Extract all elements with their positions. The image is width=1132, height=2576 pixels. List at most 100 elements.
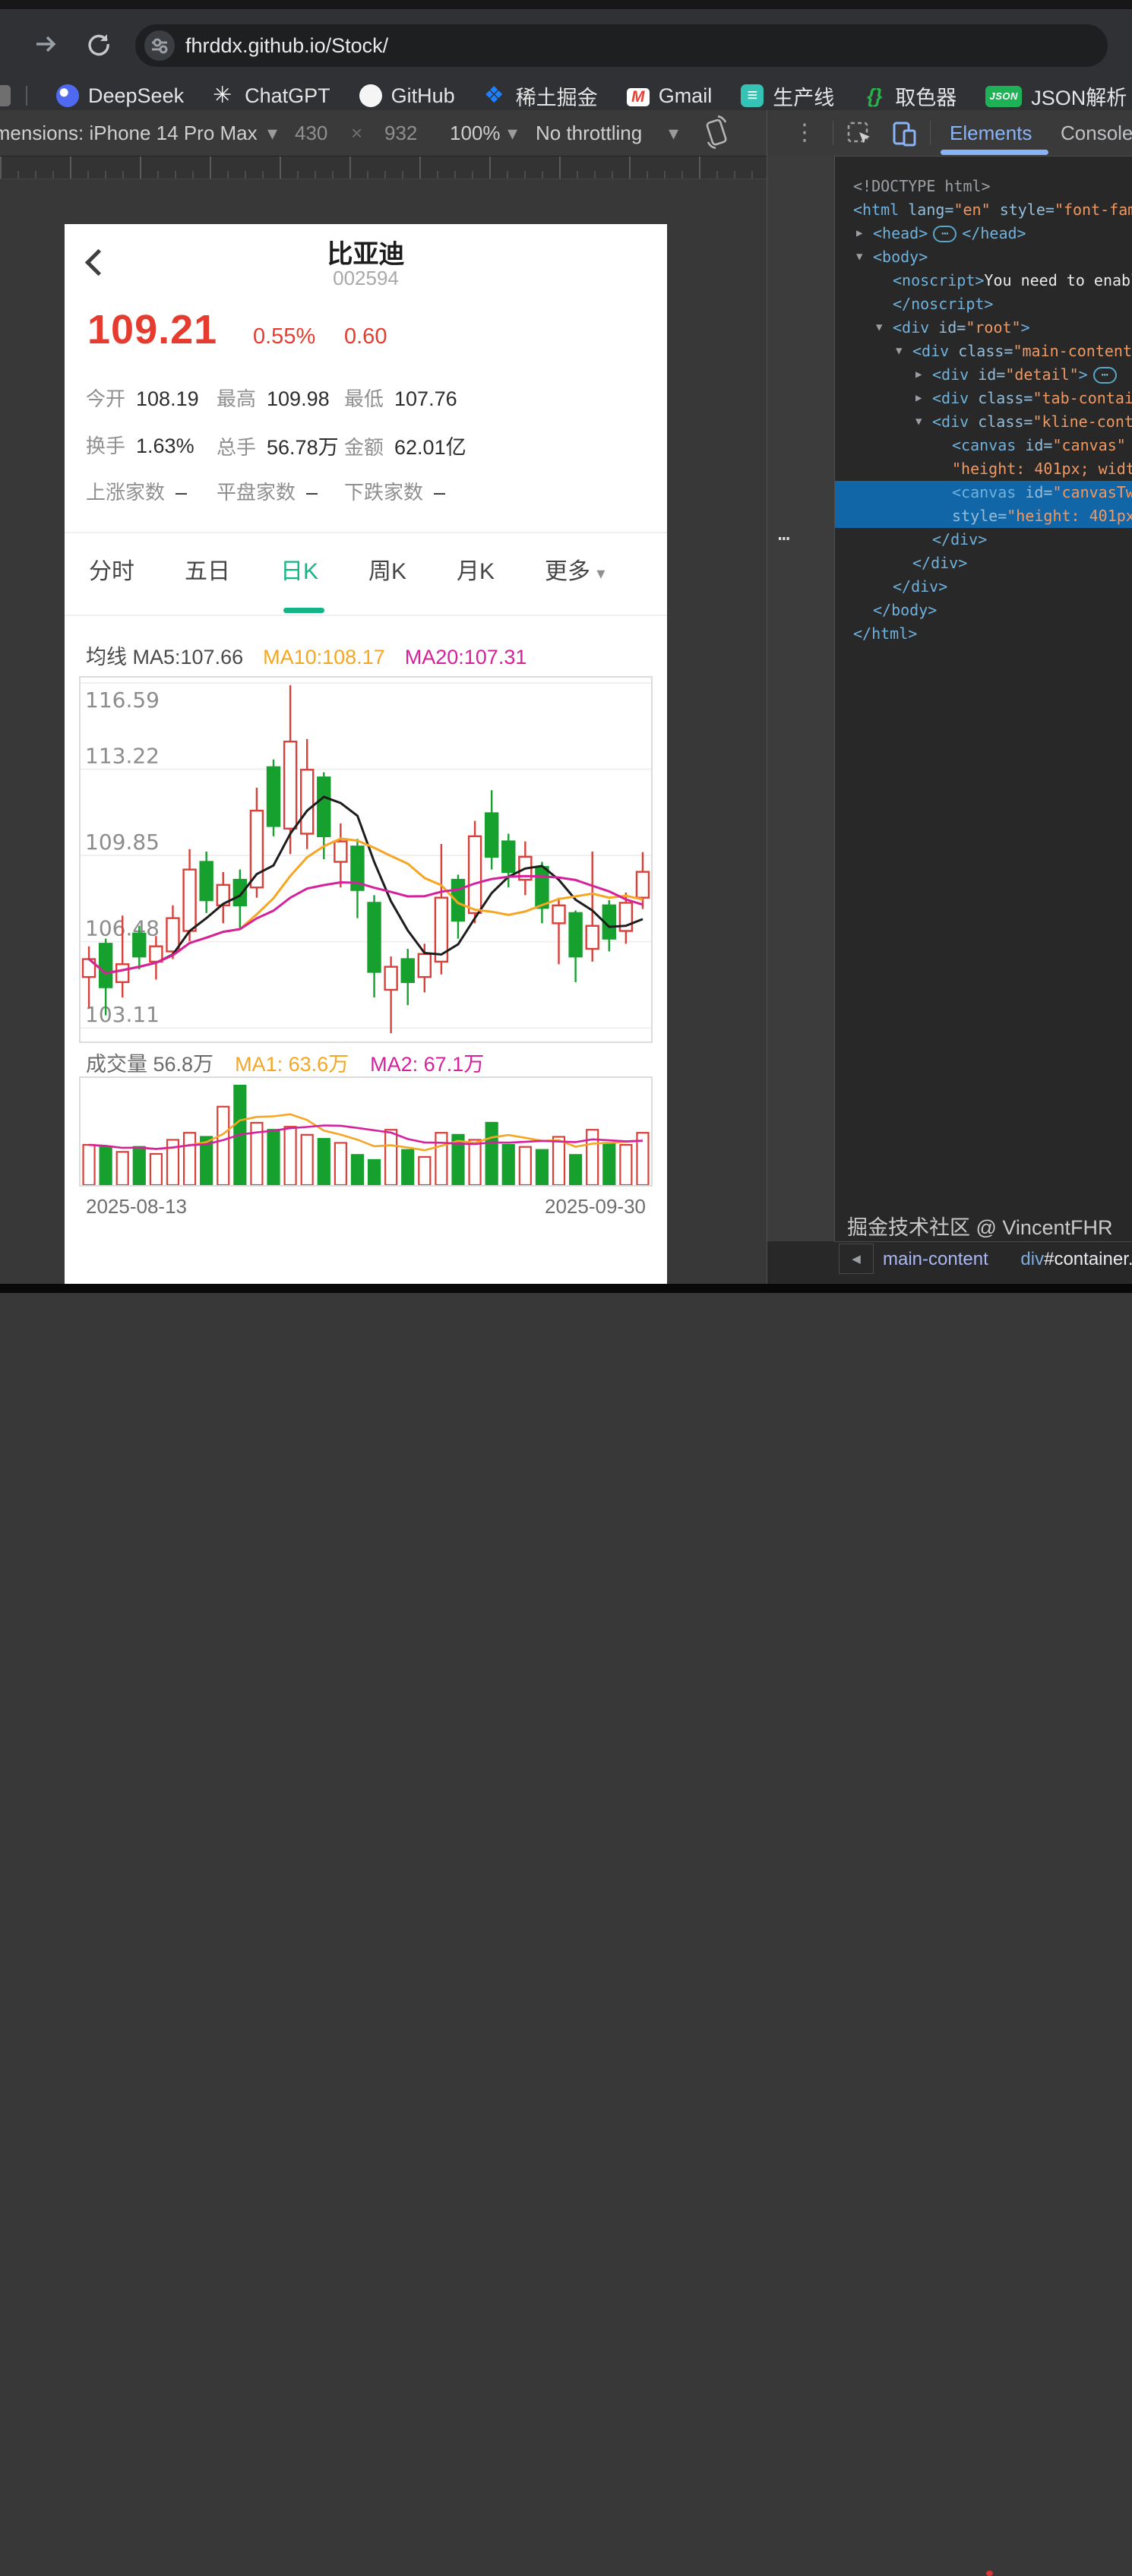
- expanded-arrow-icon[interactable]: ▼: [896, 340, 902, 363]
- collapsed-arrow-icon[interactable]: ▶: [915, 363, 922, 387]
- bookmark-chatgpt[interactable]: ChatGPT: [213, 84, 330, 108]
- ellipsis-expand-icon[interactable]: ⋯: [1092, 367, 1117, 384]
- breadcrumb: ◀ main-content div#container.k: [834, 1241, 1132, 1275]
- stat-label: 上涨家数: [86, 481, 166, 504]
- dom-tree-node[interactable]: </div>: [835, 575, 1132, 599]
- breadcrumb-item-tag[interactable]: div: [1020, 1249, 1044, 1269]
- tab-周K[interactable]: 周K: [368, 552, 406, 598]
- tab-console[interactable]: Console: [1061, 110, 1132, 156]
- dom-tree-node[interactable]: </noscript>: [835, 292, 1132, 316]
- rotate-icon[interactable]: [700, 112, 734, 157]
- device-width-field[interactable]: 430: [295, 110, 327, 156]
- dom-tree-node[interactable]: ▼<div class="kline-container">: [835, 410, 1132, 434]
- device-toolbar: imensions: iPhone 14 Pro Max ▾ 430 × 932…: [0, 110, 767, 156]
- chatgpt-icon: [213, 84, 236, 107]
- dom-tree-node[interactable]: ▼ <div id="root">: [835, 316, 1132, 340]
- breadcrumb-item-id[interactable]: #container.: [1044, 1249, 1132, 1269]
- expanded-arrow-icon[interactable]: ▼: [876, 316, 882, 340]
- json-icon: [985, 85, 1023, 107]
- legend-item: 均线 MA5:107.66: [86, 646, 244, 668]
- dom-tree-node[interactable]: ▶ <head> ⋯ </head>: [835, 222, 1132, 245]
- dom-tree-node[interactable]: </div>: [835, 552, 1132, 575]
- stat-label: 今开: [86, 387, 126, 410]
- toolbar-separator: [930, 121, 931, 145]
- zoom-select-caret[interactable]: ▾: [508, 110, 517, 156]
- throttling-caret[interactable]: ▾: [669, 110, 678, 156]
- dom-tree-node[interactable]: ▼ <body>: [835, 245, 1132, 269]
- bookmark-prodline[interactable]: 生产线: [741, 81, 834, 111]
- device-select-caret[interactable]: ▾: [267, 110, 277, 156]
- collapsed-arrow-icon[interactable]: ▶: [856, 222, 862, 245]
- stat-换手: 换手 1.63%: [86, 431, 194, 459]
- tab-elements[interactable]: Elements: [950, 110, 1032, 156]
- prodline-icon: [741, 84, 764, 107]
- deepseek-icon: [56, 84, 79, 107]
- dom-tree-node[interactable]: </div>: [835, 528, 1132, 552]
- dom-tree-node[interactable]: <html lang="en" style="font-family: sans…: [835, 198, 1132, 222]
- emulated-viewport: 比亚迪 002594 109.21 0.55% 0.60 今开 108.19 最高 1…: [65, 224, 667, 1284]
- dom-tree-node[interactable]: "height: 401px; width: 390px;">: [835, 457, 1132, 481]
- date-start: 2025-08-13: [86, 1195, 187, 1218]
- dom-tree-node[interactable]: <canvas id="canvas" style=: [835, 434, 1132, 457]
- dom-tree-node[interactable]: ▶ <div id="detail"> ⋯: [835, 363, 1132, 387]
- dom-tree-node[interactable]: </html>: [835, 622, 1132, 646]
- dom-tree-node[interactable]: <!DOCTYPE html>: [835, 175, 1132, 198]
- bookmark-gmail[interactable]: Gmail: [626, 84, 712, 108]
- bookmark-colorpicker[interactable]: 取色器: [863, 81, 957, 111]
- stat-label: 平盘家数: [217, 481, 296, 504]
- device-toggle-icon[interactable]: [890, 121, 921, 152]
- tab-月K[interactable]: 月K: [457, 552, 495, 598]
- zoom-select[interactable]: 100%: [450, 110, 501, 156]
- dom-tree-node[interactable]: ▶<div class="tab-container">: [835, 387, 1132, 410]
- stat-value: 56.78万: [267, 436, 339, 459]
- kline-chart[interactable]: 116.59 113.22 109.85 106.48 103.11: [79, 676, 653, 1043]
- tab-五日[interactable]: 五日: [185, 552, 230, 598]
- device-mode-ruler: [0, 156, 767, 179]
- address-bar[interactable]: fhrddx.github.io/Stock/: [135, 24, 1108, 67]
- stats-row: 上涨家数 – 平盘家数 – 下跌家数 –: [65, 477, 667, 507]
- ellipsis-expand-icon[interactable]: ⋯: [933, 226, 957, 242]
- selected-node-marker: ⋯: [778, 527, 790, 550]
- dom-tree[interactable]: <!DOCTYPE html> <html lang="en" style="fo…: [835, 175, 1132, 646]
- legend-item: MA20:107.31: [404, 646, 527, 668]
- active-tab-underline: [283, 608, 324, 613]
- dom-tree-node[interactable]: style="height: 401px; width: 390px;">: [835, 504, 1132, 528]
- legend-item: MA1: 63.6万: [235, 1053, 349, 1076]
- stat-label: 总手: [217, 436, 257, 459]
- svg-text:116.59: 116.59: [85, 687, 160, 713]
- inspect-element-icon[interactable]: [846, 121, 874, 152]
- bookmark-github[interactable]: GitHub: [359, 84, 455, 108]
- stat-平盘家数: 平盘家数 –: [217, 477, 318, 505]
- current-price: 109.21: [87, 307, 218, 352]
- throttling-select[interactable]: No throttling: [536, 110, 642, 156]
- collapsed-arrow-icon[interactable]: ▶: [915, 387, 922, 410]
- bookmark-json[interactable]: JSON解析: [985, 81, 1127, 111]
- forward-button[interactable]: [32, 30, 59, 62]
- tab-日K[interactable]: 日K: [280, 552, 318, 598]
- tab-分时[interactable]: 分时: [89, 552, 134, 598]
- stats-row: 换手 1.63% 总手 56.78万 金额 62.01亿: [65, 431, 667, 461]
- dom-tree-node[interactable]: <noscript>You need to enable JavaScript: [835, 269, 1132, 292]
- stat-最高: 最高 109.98: [217, 384, 330, 412]
- browser-toolbar: fhrddx.github.io/Stock/ DeepSeek ChatGPT G…: [0, 9, 1132, 110]
- site-settings-icon[interactable]: [144, 30, 175, 61]
- expanded-arrow-icon[interactable]: ▼: [856, 245, 862, 269]
- bookmark-deepseek[interactable]: DeepSeek: [56, 84, 184, 108]
- bookmark-label: JSON解析: [1031, 86, 1127, 109]
- tab-更多[interactable]: 更多 ▾: [545, 552, 605, 598]
- devtools-menu-icon[interactable]: ⋮: [793, 110, 816, 156]
- dom-tree-node[interactable]: <canvas id="canvasTwo": [835, 481, 1132, 504]
- breadcrumb-scroll-left[interactable]: ◀: [839, 1244, 874, 1274]
- breadcrumb-item[interactable]: main-content: [883, 1249, 988, 1269]
- device-select[interactable]: imensions: iPhone 14 Pro Max: [0, 110, 258, 156]
- dom-tree-node[interactable]: </body>: [835, 599, 1132, 622]
- dom-tree-node[interactable]: ▼<div class="main-content">: [835, 340, 1132, 363]
- stat-label: 最高: [217, 387, 257, 410]
- expanded-arrow-icon[interactable]: ▼: [915, 410, 922, 434]
- volume-chart[interactable]: [79, 1076, 653, 1187]
- url-text[interactable]: fhrddx.github.io/Stock/: [185, 24, 388, 67]
- bookmark-label: ChatGPT: [245, 84, 330, 107]
- bookmark-juejin[interactable]: 稀土掘金: [484, 81, 598, 111]
- device-height-field[interactable]: 932: [384, 110, 417, 156]
- reload-button[interactable]: [85, 30, 112, 62]
